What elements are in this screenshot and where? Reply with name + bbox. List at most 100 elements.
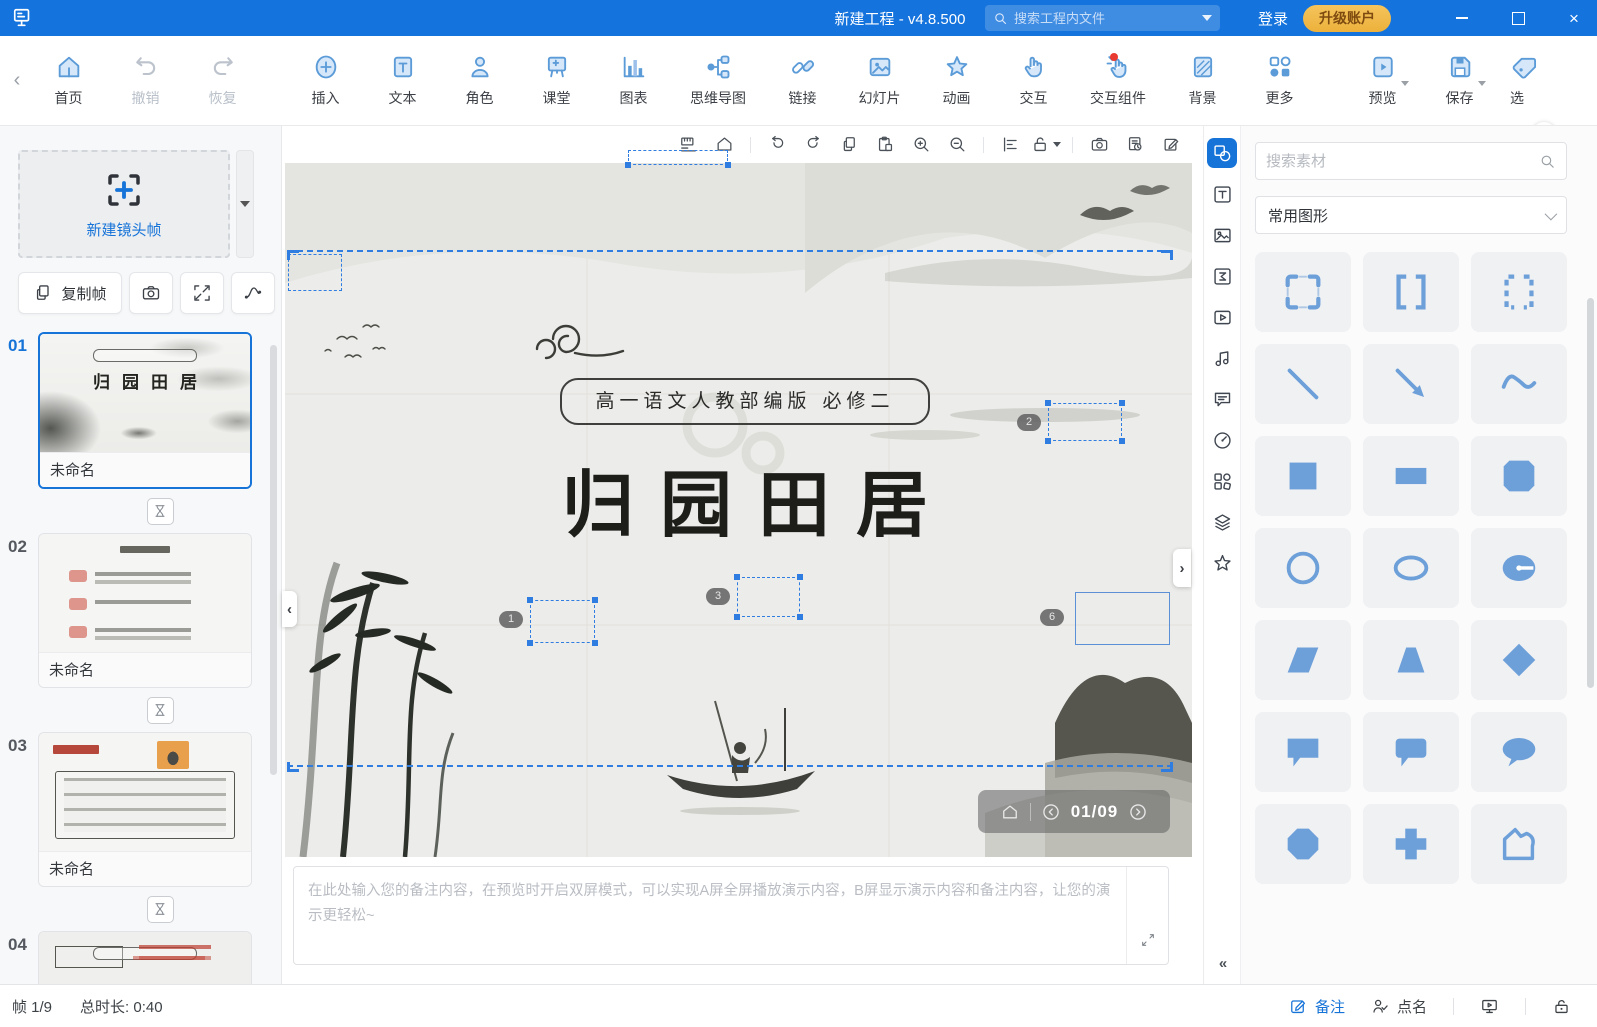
slide-name[interactable]: 未命名 [39,851,251,886]
shape-tile[interactable] [1363,620,1459,700]
slide-name[interactable]: 未命名 [39,652,251,687]
shape-tile[interactable] [1363,804,1459,884]
element-box-c[interactable]: 6 [1075,592,1170,645]
toolbar-button[interactable]: 图表 [595,53,672,108]
slide-canvas[interactable]: 高一语文人教部编版 必修二 归园田居 2 1 3 [285,163,1192,857]
shape-tile[interactable] [1471,344,1567,424]
rail-button[interactable] [1207,507,1237,537]
copy-frame-button[interactable]: 复制帧 [18,272,122,314]
maximize-button[interactable] [1509,9,1527,27]
next-page-icon[interactable] [1128,802,1148,822]
toolbar-button[interactable]: 保存 [1421,53,1498,108]
path-animation-button[interactable] [231,272,275,314]
shape-tile[interactable] [1363,712,1459,792]
toolbar-button[interactable]: 背景 [1164,53,1241,108]
dropdown-caret-icon[interactable] [1401,81,1409,86]
shape-tile[interactable] [1471,252,1567,332]
toolbar-button[interactable]: 幻灯片 [841,53,918,108]
canvas-tool-button[interactable] [867,130,903,160]
slide-thumbnail[interactable]: 未命名 [38,732,252,887]
prev-page-icon[interactable] [1041,802,1061,822]
new-camera-frame-button[interactable]: 新建镜头帧 [18,150,230,258]
element-box-top[interactable] [628,150,728,165]
canvas-tool-button[interactable] [750,137,751,153]
shape-tile[interactable] [1363,436,1459,516]
element-box-corner[interactable] [288,254,342,291]
toolbar-button[interactable]: 交互 [995,53,1072,108]
home-page-icon[interactable] [1000,802,1020,822]
toolbar-button[interactable]: 恢复 [184,53,261,108]
shape-tile[interactable] [1255,252,1351,332]
canvas-tool-button[interactable] [831,130,867,160]
toolbar-button[interactable]: 角色 [441,53,518,108]
presenter-screen-button[interactable] [1480,997,1499,1016]
slide-title-text[interactable]: 归园田居 [445,446,1045,551]
canvas-tool-button[interactable] [1072,137,1073,153]
shape-tile[interactable] [1255,620,1351,700]
toolbar-button[interactable]: 插入 [287,53,364,108]
canvas-tool-button[interactable] [992,130,1028,160]
shape-tile[interactable] [1255,804,1351,884]
canvas-tool-button[interactable] [759,130,795,160]
rail-button[interactable] [1207,138,1237,168]
rail-button[interactable] [1207,466,1237,496]
canvas-tool-button[interactable] [1117,130,1153,160]
rail-button[interactable] [1207,261,1237,291]
rail-button[interactable] [1207,343,1237,373]
new-frame-dropdown-button[interactable] [236,150,254,258]
canvas-tool-button[interactable] [1153,130,1189,160]
toolbar-button[interactable]: 预览 [1344,53,1421,108]
lock-dropdown-caret-icon[interactable] [1053,142,1061,147]
element-box-b[interactable]: 3 [737,577,800,617]
slide-thumbnail[interactable]: 未命名 [38,931,252,984]
element-box-a[interactable]: 1 [530,600,595,643]
collapse-left-panel-tab[interactable]: ‹ [282,591,297,627]
toolbar-button[interactable]: 更多 [1241,53,1318,108]
rail-button[interactable] [1207,425,1237,455]
toolbar-button[interactable]: 撤销 [107,53,184,108]
lock-button[interactable] [1552,997,1571,1016]
fit-frame-button[interactable] [180,272,224,314]
transition-duration-button[interactable] [147,896,174,923]
notes-input[interactable] [294,867,1126,964]
canvas-tool-button[interactable] [903,130,939,160]
notes-expand-button[interactable] [1126,867,1168,964]
toolbar-button[interactable]: 思维导图 [672,53,764,108]
slide-name[interactable]: 未命名 [40,452,250,487]
shape-tile[interactable] [1471,712,1567,792]
project-search-input[interactable] [1014,11,1196,26]
project-search[interactable] [985,5,1220,31]
rail-button[interactable] [1207,548,1237,578]
rail-button[interactable] [1207,220,1237,250]
shape-tile[interactable] [1363,344,1459,424]
close-button[interactable]: × [1565,9,1583,27]
toolbar-button[interactable]: 动画 [918,53,995,108]
toolbar-button[interactable]: 课堂 [518,53,595,108]
expand-right-panel-tab[interactable]: › [1173,549,1191,587]
canvas-tool-button[interactable] [983,137,984,153]
canvas-tool-button[interactable] [1028,130,1064,160]
notes-toggle-button[interactable]: 备注 [1289,996,1345,1017]
transition-duration-button[interactable] [147,498,174,525]
shapes-scrollbar[interactable] [1587,298,1594,688]
login-button[interactable]: 登录 [1258,8,1288,29]
rail-button[interactable] [1207,179,1237,209]
shape-tile[interactable] [1471,620,1567,700]
toolbar-button[interactable]: 链接 [764,53,841,108]
shape-tile[interactable] [1363,528,1459,608]
toolbar-button[interactable]: 首页 [30,53,107,108]
search-dropdown-caret-icon[interactable] [1202,15,1212,21]
shape-tile[interactable] [1471,528,1567,608]
canvas-tool-button[interactable] [1081,130,1117,160]
slide-subtitle-text[interactable]: 高一语文人教部编版 必修二 [560,378,930,425]
rail-collapse-icon[interactable]: « [1219,955,1225,972]
snapshot-frame-button[interactable] [129,272,173,314]
asset-search[interactable] [1255,142,1567,180]
thumbnails-scrollbar[interactable] [270,345,277,775]
toolbar-collapse-left-icon[interactable]: ‹ [4,61,30,101]
rail-button[interactable] [1207,302,1237,332]
asset-search-input[interactable] [1266,153,1539,170]
transition-duration-button[interactable] [147,697,174,724]
shape-category-select[interactable]: 常用图形 [1255,196,1567,234]
slide-thumbnail[interactable]: 归园田居 未命名 [38,332,252,489]
